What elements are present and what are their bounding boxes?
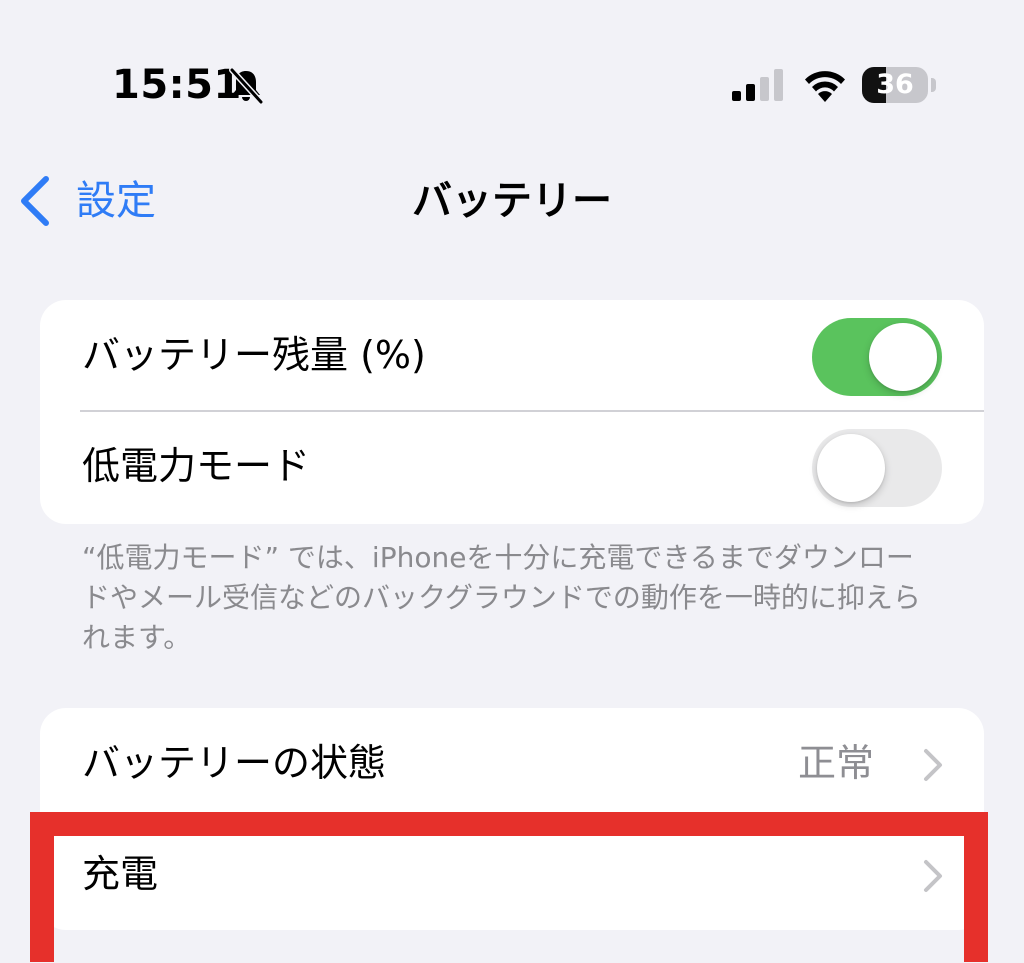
- low-power-mode-row: 低電力モード: [40, 411, 984, 522]
- low-power-mode-label: 低電力モード: [82, 444, 311, 488]
- chevron-right-icon: [924, 860, 942, 892]
- chevron-right-icon: [924, 749, 942, 781]
- status-bar: 15:51 36: [0, 58, 1024, 112]
- wifi-icon: [805, 71, 845, 102]
- toggle-knob: [817, 434, 885, 502]
- page-title: バッテリー: [412, 178, 612, 224]
- toggle-knob: [869, 323, 937, 391]
- battery-level-text: 36: [876, 69, 914, 100]
- battery-health-value: 正常: [797, 741, 874, 785]
- navigation-bar: 設定 バッテリー: [0, 166, 1024, 236]
- battery-info-group: バッテリーの状態 正常 充電: [40, 708, 984, 930]
- battery-settings-group: バッテリー残量 (%) 低電力モード: [40, 300, 984, 524]
- charging-row[interactable]: 充電: [40, 819, 984, 930]
- battery-body: 36: [862, 67, 928, 103]
- signal-icon: [732, 69, 783, 101]
- battery-percentage-row: バッテリー残量 (%): [40, 300, 984, 412]
- battery-percentage-label: バッテリー残量 (%): [82, 333, 426, 377]
- charging-label: 充電: [82, 852, 159, 896]
- battery-health-row[interactable]: バッテリーの状態 正常: [40, 708, 984, 820]
- battery-tip: [931, 78, 936, 92]
- low-power-mode-toggle[interactable]: [812, 429, 942, 507]
- battery-percentage-toggle[interactable]: [812, 318, 942, 396]
- status-time: 15:51: [112, 62, 242, 108]
- low-power-mode-description: “低電力モード” では、iPhoneを十分に充電できるまでダウンロードやメール受…: [82, 541, 921, 654]
- battery-health-label: バッテリーの状態: [82, 741, 387, 785]
- battery-icon: 36: [862, 67, 940, 103]
- bell-slash-icon: [229, 67, 264, 105]
